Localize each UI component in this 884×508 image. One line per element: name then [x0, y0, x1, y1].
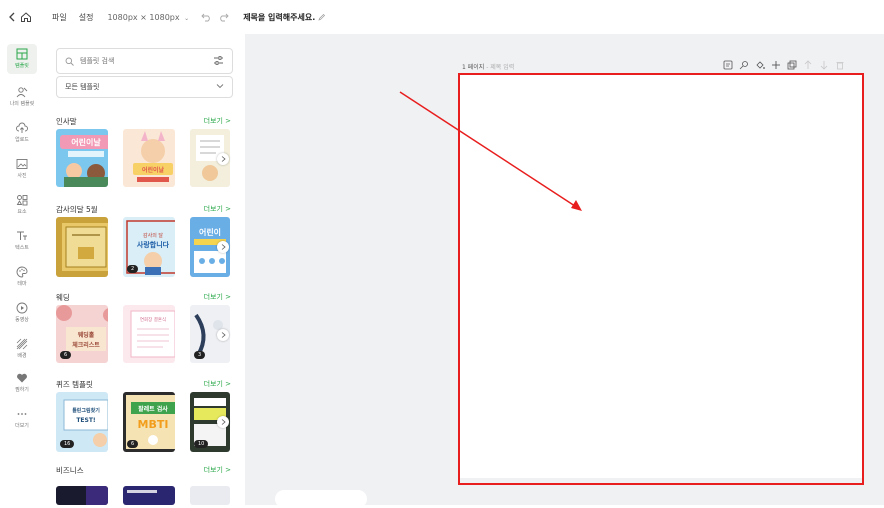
nav-label: 텍스트 — [15, 245, 29, 251]
nav-label: 배경 — [17, 353, 27, 359]
theme-icon — [16, 266, 28, 278]
nav-label: 찜하기 — [15, 387, 29, 393]
heart-icon — [17, 373, 27, 383]
nav-label: 동영상 — [15, 317, 29, 323]
more-icon — [17, 413, 27, 415]
elements-icon — [16, 195, 28, 206]
nav-label: 사진 — [17, 173, 27, 179]
nav-label: 테마 — [17, 281, 27, 287]
background-icon — [16, 338, 28, 350]
my-template-icon — [16, 87, 28, 98]
nav-label: 업로드 — [15, 137, 29, 143]
nav-label: 템플릿 — [15, 63, 29, 69]
nav-label: 더보기 — [15, 423, 29, 429]
nav-label: 요소 — [17, 209, 27, 215]
video-icon — [16, 302, 28, 314]
photo-icon — [16, 159, 28, 169]
nav-label: 나의 템플릿 — [9, 101, 35, 107]
template-icon — [16, 48, 28, 60]
text-icon — [17, 231, 27, 240]
upload-icon — [16, 122, 28, 133]
annotation-highlight-box — [458, 73, 864, 485]
